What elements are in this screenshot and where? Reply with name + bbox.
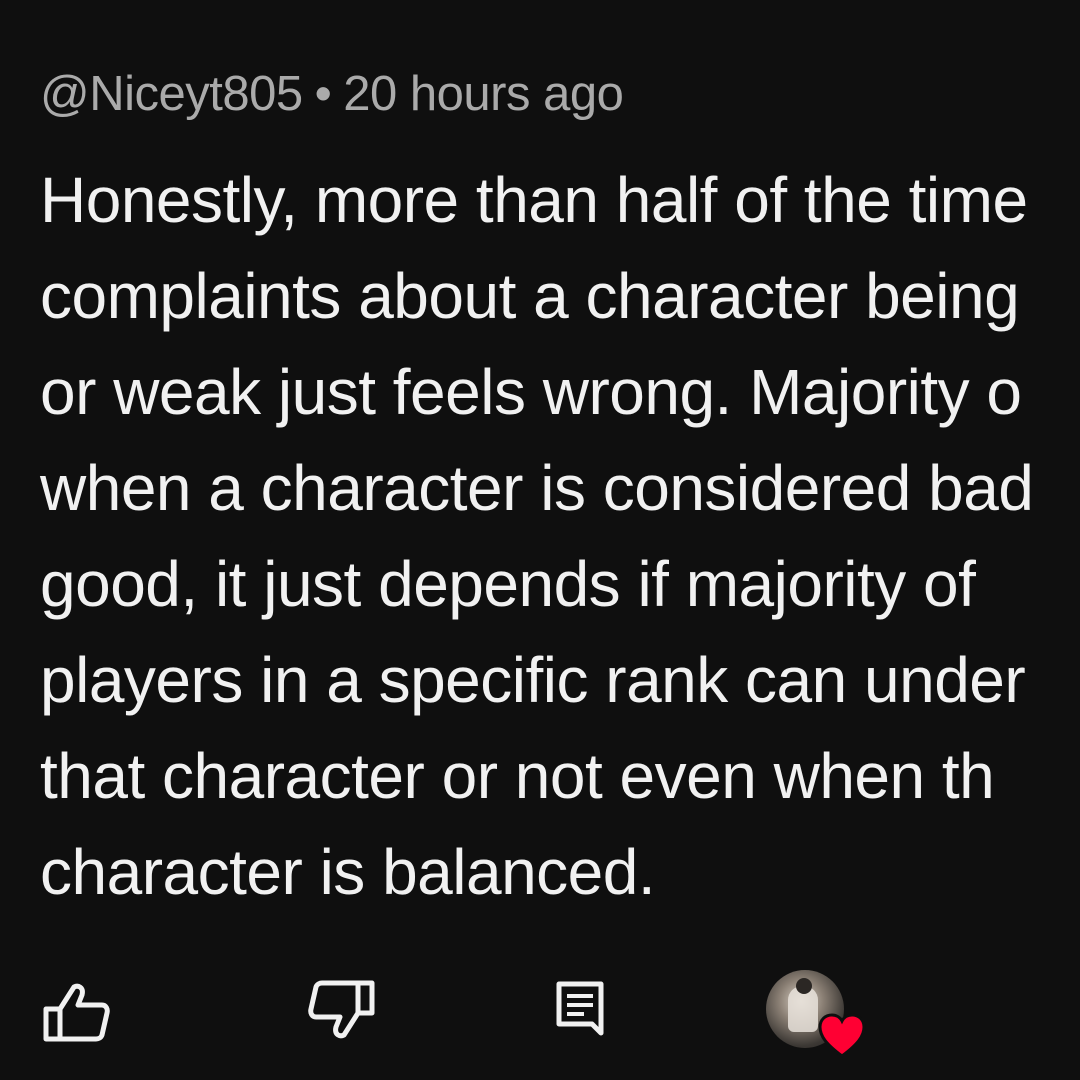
meta-separator: • [314,67,332,121]
reply-comment-icon [556,981,604,1036]
comment-line: or weak just feels wrong. Majority o [40,356,1022,428]
comment-line: when a character is considered bad [40,452,1034,524]
comment-timestamp: 20 hours ago [343,67,624,121]
comment-body: Honestly, more than half of the time com… [40,152,1080,920]
comment-action-bar [0,960,1080,1070]
comment-line: that character or not even when th [40,740,995,812]
heart-icon [818,1013,866,1058]
comment-header: @Niceyt805 • 20 hours ago [40,64,624,124]
comment-line: Honestly, more than half of the time [40,164,1028,236]
thumbs-up-icon [43,983,110,1042]
comment-author[interactable]: @Niceyt805 [40,67,303,121]
creator-heart-badge [766,970,870,1070]
comment-line: character is balanced. [40,836,656,908]
dislike-button[interactable] [302,974,382,1044]
comment-line: players in a specific rank can under [40,644,1026,716]
like-button[interactable] [36,978,116,1048]
comment-screen: @Niceyt805 • 20 hours ago Honestly, more t… [0,0,1080,1080]
comment-line: complaints about a character being [40,260,1020,332]
avatar-figure-head [796,978,812,994]
reply-button[interactable] [548,974,612,1044]
comment-line: good, it just depends if majority of [40,548,976,620]
thumbs-down-icon [308,980,375,1039]
